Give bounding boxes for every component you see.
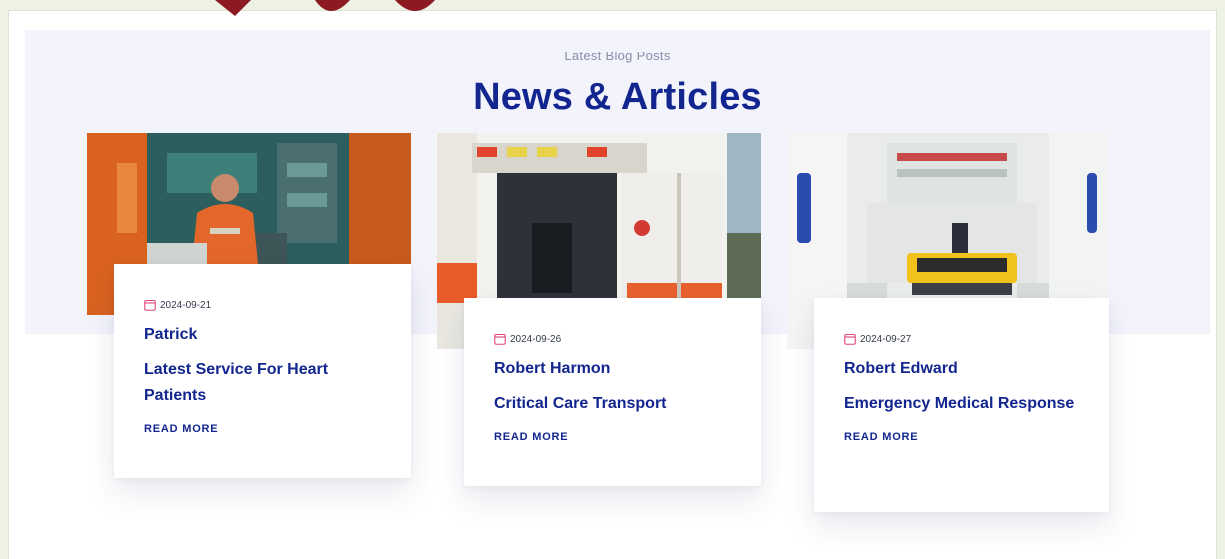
post-author[interactable]: Patrick [144,326,381,344]
post-date-text: 2024-09-21 [160,299,212,311]
section-title: News & Articles [473,76,762,118]
post-date: 2024-09-21 [144,298,381,312]
post-title[interactable]: Critical Care Transport [494,391,731,417]
post-date-text: 2024-09-26 [510,333,562,345]
read-more-link[interactable]: READ MORE [844,431,918,443]
read-more-link[interactable]: READ MORE [494,431,568,443]
calendar-icon [144,299,156,311]
post-author[interactable]: Robert Edward [844,360,1079,378]
calendar-icon [494,333,506,345]
post-date: 2024-09-26 [494,332,731,346]
post-title[interactable]: Latest Service For Heart Patients [144,357,381,409]
post-author[interactable]: Robert Harmon [494,360,731,378]
calendar-icon [844,333,856,345]
post-card: 2024-09-26 Robert Harmon Critical Care T… [464,298,761,486]
post-card: 2024-09-21 Patrick Latest Service For He… [114,264,411,478]
post-date-text: 2024-09-27 [860,333,912,345]
post-date: 2024-09-27 [844,332,1079,346]
decorative-arcs [215,0,435,16]
post-title[interactable]: Emergency Medical Response [844,391,1079,417]
section-subtitle: Latest Blog Posts [564,52,671,63]
read-more-link[interactable]: READ MORE [144,423,218,435]
post-card: 2024-09-27 Robert Edward Emergency Medic… [814,298,1109,512]
